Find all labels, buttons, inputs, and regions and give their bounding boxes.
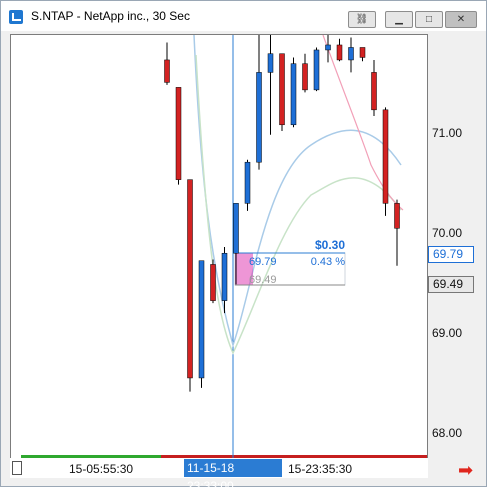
chart-window: S.NTAP - NetApp inc., 30 Sec ⛓ ▁ □ ✕ $0.… — [0, 0, 487, 493]
candle-body — [302, 63, 308, 91]
maximize-button[interactable]: □ — [415, 11, 443, 28]
candle-body — [256, 72, 262, 163]
candle-body — [164, 59, 170, 83]
link-icon: ⛓ — [355, 14, 369, 25]
candle-body — [198, 260, 205, 379]
measure-bottom-value: 69.49 — [249, 274, 277, 286]
chart-app-icon — [9, 10, 23, 24]
measure-delta-label: $0.30 — [315, 238, 345, 252]
close-button[interactable]: ✕ — [445, 11, 477, 28]
candle-body — [348, 47, 354, 61]
measure-top-value: 69.79 — [249, 256, 277, 268]
maximize-icon: □ — [425, 14, 433, 25]
price-tick-69: 69.00 — [432, 326, 463, 340]
candle-body — [313, 49, 320, 91]
price-tick-71: 71.00 — [432, 126, 463, 140]
candle-body — [359, 47, 366, 58]
measure-pct-label: 0.43 % — [311, 256, 345, 268]
link-button[interactable]: ⛓ — [348, 11, 376, 28]
candle-body — [336, 44, 343, 61]
candle-body — [371, 72, 377, 111]
time-label-cursor: 11-15-18 23:33:00 — [184, 459, 282, 493]
candlestick-chart: $0.30 0.43 % 69.79 69.49 — [21, 22, 427, 459]
candle-body — [244, 161, 251, 204]
candle-body — [187, 179, 193, 379]
minimize-icon: ▁ — [395, 14, 403, 25]
candle-body — [175, 87, 182, 180]
scroll-anchor-box[interactable] — [12, 461, 22, 475]
candle-body — [267, 53, 274, 73]
candle-body — [394, 203, 400, 229]
candle-body — [279, 53, 285, 126]
moving-average-green — [195, 54, 402, 355]
candle-body — [233, 203, 239, 254]
scroll-right-arrow-icon[interactable]: ➡ — [458, 460, 473, 481]
current-price-flag: 69.79 — [428, 246, 474, 263]
title-bar[interactable]: S.NTAP - NetApp inc., 30 Sec ⛓ ▁ □ ✕ — [1, 1, 486, 31]
price-tick-70: 70.00 — [432, 226, 463, 240]
reference-price-flag: 69.49 — [428, 276, 474, 293]
close-icon: ✕ — [456, 14, 466, 25]
candle-body — [221, 252, 228, 301]
candle-body — [382, 109, 389, 204]
time-label-right: 15-23:35:30 — [288, 462, 353, 476]
window-title: S.NTAP - NetApp inc., 30 Sec — [31, 9, 190, 23]
moving-average-pink — [322, 34, 404, 211]
candle-body — [290, 63, 297, 126]
time-label-left: 15-05:55:30 — [69, 462, 134, 476]
minimize-button[interactable]: ▁ — [385, 11, 413, 28]
price-tick-68: 68.00 — [432, 426, 463, 440]
candle-body — [210, 264, 216, 301]
chart-plot-area[interactable]: $0.30 0.43 % 69.79 69.49 — [10, 22, 428, 460]
candle-body — [325, 44, 331, 51]
